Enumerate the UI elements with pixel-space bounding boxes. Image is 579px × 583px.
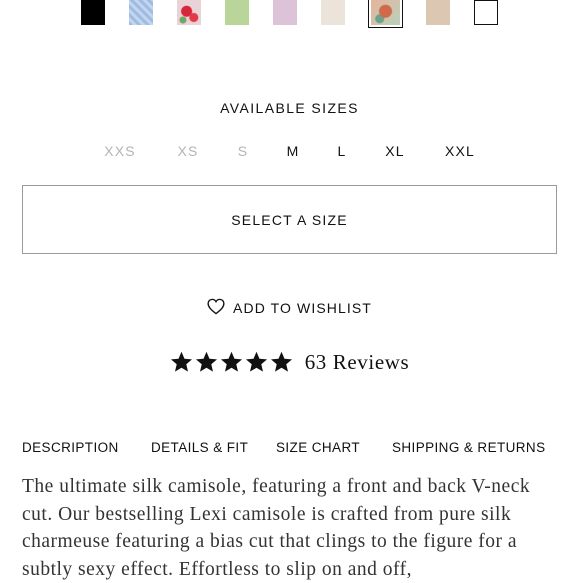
size-option-m[interactable]: M	[287, 143, 300, 159]
review-count-link[interactable]: 63 Reviews	[305, 350, 410, 375]
tab-size-chart[interactable]: SIZE CHART	[276, 440, 360, 455]
size-options: XXS XS S M L XL XXL	[0, 143, 579, 163]
wishlist-label: ADD TO WISHLIST	[233, 300, 372, 316]
size-option-xxs[interactable]: XXS	[104, 143, 136, 159]
tab-details-fit[interactable]: DETAILS & FIT	[151, 440, 248, 455]
add-to-wishlist-button[interactable]: ADD TO WISHLIST	[0, 297, 579, 319]
swatch-nude[interactable]	[426, 0, 450, 25]
size-option-xs[interactable]: XS	[177, 143, 198, 159]
swatch-black[interactable]	[81, 0, 105, 25]
swatch-blue-pattern[interactable]	[129, 0, 153, 25]
tab-shipping-returns[interactable]: SHIPPING & RETURNS	[392, 440, 545, 455]
size-option-xl[interactable]: XL	[385, 143, 405, 159]
swatch-red-floral[interactable]	[177, 0, 201, 25]
size-option-s[interactable]: S	[238, 143, 249, 159]
color-swatches	[0, 0, 579, 30]
size-option-xxl[interactable]: XXL	[445, 143, 475, 159]
available-sizes-heading: AVAILABLE SIZES	[220, 100, 359, 116]
swatch-white[interactable]	[474, 0, 498, 25]
star-icon	[270, 351, 293, 373]
heart-icon	[207, 298, 225, 318]
reviews-summary: 63 Reviews	[0, 348, 579, 376]
swatch-ivory[interactable]	[321, 0, 345, 25]
swatch-painted-floral[interactable]	[368, 0, 403, 28]
product-description: The ultimate silk camisole, featuring a …	[22, 476, 531, 580]
star-icon	[245, 351, 268, 373]
star-icon	[220, 351, 243, 373]
star-icon	[195, 351, 218, 373]
select-size-button[interactable]: SELECT A SIZE	[22, 185, 557, 254]
swatch-sage-green[interactable]	[225, 0, 249, 25]
size-option-l[interactable]: L	[338, 143, 347, 159]
star-rating	[170, 351, 293, 373]
tab-description[interactable]: DESCRIPTION	[22, 440, 119, 455]
star-icon	[170, 351, 193, 373]
swatch-lilac[interactable]	[273, 0, 297, 25]
